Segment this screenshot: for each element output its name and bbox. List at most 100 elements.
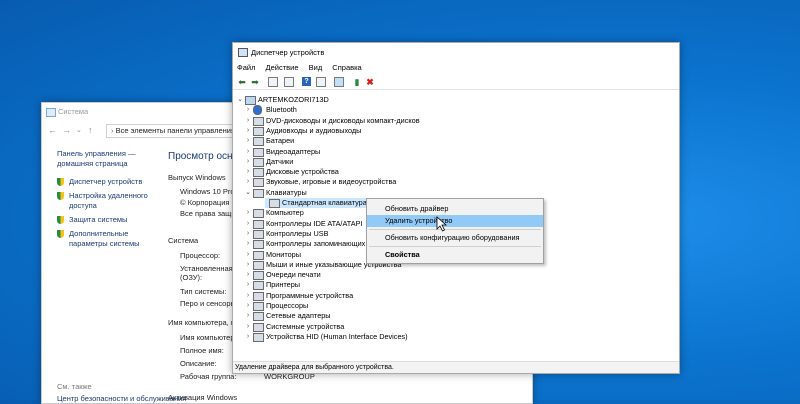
history-chevron-icon[interactable]: ⌄ [76,126,82,134]
expand-arrow-icon[interactable]: › [245,229,251,239]
scan-hardware-item[interactable]: Обновить конфигурацию оборудования [367,232,543,244]
expand-arrow-icon[interactable]: › [245,167,251,177]
expand-arrow-icon[interactable]: › [245,301,251,311]
system-type-label: Тип системы: [180,287,227,296]
status-text: Удаление драйвера для выбранного устройс… [235,364,394,371]
expand-arrow-icon[interactable]: › [245,147,251,157]
expand-arrow-icon[interactable]: › [245,280,251,290]
help-icon[interactable]: ? [302,77,311,86]
expand-arrow-icon[interactable]: › [245,219,251,229]
expand-arrow-icon[interactable]: › [245,239,251,249]
shield-icon [57,192,64,200]
collapse-arrow-icon[interactable]: ⌄ [237,95,243,105]
cpu-icon [253,302,264,311]
forward-arrow-icon[interactable]: ➡ [250,77,260,87]
node-label: Мониторы [266,249,301,259]
expand-arrow-icon[interactable]: › [245,105,251,115]
dvd-icon [253,116,264,126]
control-panel-home-link[interactable]: Панель управления — домашняя страница [57,149,167,169]
expand-arrow-icon[interactable]: › [245,311,251,321]
security-center-link[interactable]: Центр безопасности и обслуживания [57,394,186,403]
menu-view[interactable]: Вид [309,63,323,72]
workgroup-label: Рабочая группа: [180,372,237,381]
expand-arrow-icon[interactable]: › [245,116,251,126]
node-label: Аудиовходы и аудиовыходы [266,125,362,135]
computer-icon [245,96,256,105]
expand-arrow-icon[interactable]: › [245,291,251,301]
link-label: Защита системы [69,215,128,224]
properties-item[interactable]: Свойства [367,249,543,261]
device-manager-link[interactable]: Диспетчер устройств [57,177,167,187]
properties-icon[interactable] [284,77,294,87]
menu-help[interactable]: Справка [332,63,361,72]
advanced-settings-link[interactable]: Дополнительные параметры системы [57,229,167,249]
expand-arrow-icon[interactable]: › [245,270,251,280]
status-bar: Удаление драйвера для выбранного устройс… [233,361,679,373]
node-label: Устройства HID (Human Interface Devices) [266,331,408,341]
system-protection-link[interactable]: Защита системы [57,215,167,225]
expand-arrow-icon[interactable]: › [245,208,251,218]
shield-icon [57,230,64,238]
collapse-arrow-icon[interactable]: ⌄ [245,188,251,198]
copyright-line: © Корпорация М [180,198,238,207]
sound-icon [253,178,264,188]
node-label: Программные устройства [266,290,354,300]
device-manager-title-bar[interactable]: Диспетчер устройств [233,43,679,61]
address-text: Все элементы панели управления [115,126,236,135]
system-left-pane: Панель управления — домашняя страница Ди… [57,149,167,253]
update-driver-icon[interactable]: ▮ [352,77,362,87]
node-label: Видеоадаптеры [266,146,321,156]
audio-icon [253,126,264,136]
software-device-icon [253,291,264,301]
printer-icon [253,281,264,291]
uninstall-device-icon[interactable]: ✖ [365,77,375,87]
link-label: Диспетчер устройств [69,177,143,186]
expand-arrow-icon[interactable]: › [245,322,251,332]
expand-arrow-icon[interactable]: › [245,260,251,270]
menu-bar: Файл Действие Вид Справка [233,61,679,74]
display-adapter-icon [253,147,264,157]
edition-section: Выпуск Windows [168,173,226,182]
node-label: Компьютер [266,208,304,218]
expand-arrow-icon[interactable]: › [245,157,251,167]
expand-arrow-icon[interactable]: › [245,177,251,187]
device-manager-icon [238,48,248,57]
full-name-label: Полное имя: [180,346,224,355]
edition-value: Windows 10 Pro [180,187,235,196]
keyboard-icon [269,199,280,208]
show-hide-tree-icon[interactable] [268,77,278,87]
expand-arrow-icon[interactable]: › [245,126,251,136]
node-label: Bluetooth [266,105,297,115]
scan-hardware-icon[interactable] [334,77,344,87]
node-label: Очереди печати [266,270,321,280]
see-also-label: См. также [57,382,92,391]
node-label: Системные устройства [266,321,345,331]
node-label: Звуковые, игровые и видеоустройства [266,177,397,187]
mouse-icon [253,260,264,270]
disk-icon [253,168,264,178]
forward-arrow-icon[interactable]: → [62,125,71,135]
expand-arrow-icon[interactable]: › [245,332,251,342]
activation-section: Активация Windows [168,393,238,402]
node-label: Процессоры [266,301,309,310]
menu-action[interactable]: Действие [266,63,299,72]
expand-arrow-icon[interactable]: › [245,136,251,146]
back-arrow-icon[interactable]: ⬅ [237,77,247,87]
description-label: Описание: [180,359,217,368]
system-title: Система [58,107,89,116]
node-label: Стандартная клавиатура PS [282,198,379,207]
menu-file[interactable]: Файл [237,63,255,72]
network-icon [253,312,264,322]
action-pane-icon[interactable] [316,77,326,87]
system-window-icon [46,108,56,117]
uninstall-device-item[interactable]: Удалить устройство [367,215,543,227]
keyboard-icon [253,188,264,198]
up-arrow-icon[interactable]: ↑ [88,125,93,135]
node-label: Сетевые адаптеры [266,311,331,321]
remote-settings-link[interactable]: Настройка удаленного доступа [57,191,167,211]
update-driver-item[interactable]: Обновить драйвер [367,203,543,215]
back-arrow-icon[interactable]: ← [48,125,57,135]
storage-icon [253,240,264,250]
expand-arrow-icon[interactable]: › [245,250,251,260]
ram-label-unit: (ОЗУ): [180,273,203,282]
